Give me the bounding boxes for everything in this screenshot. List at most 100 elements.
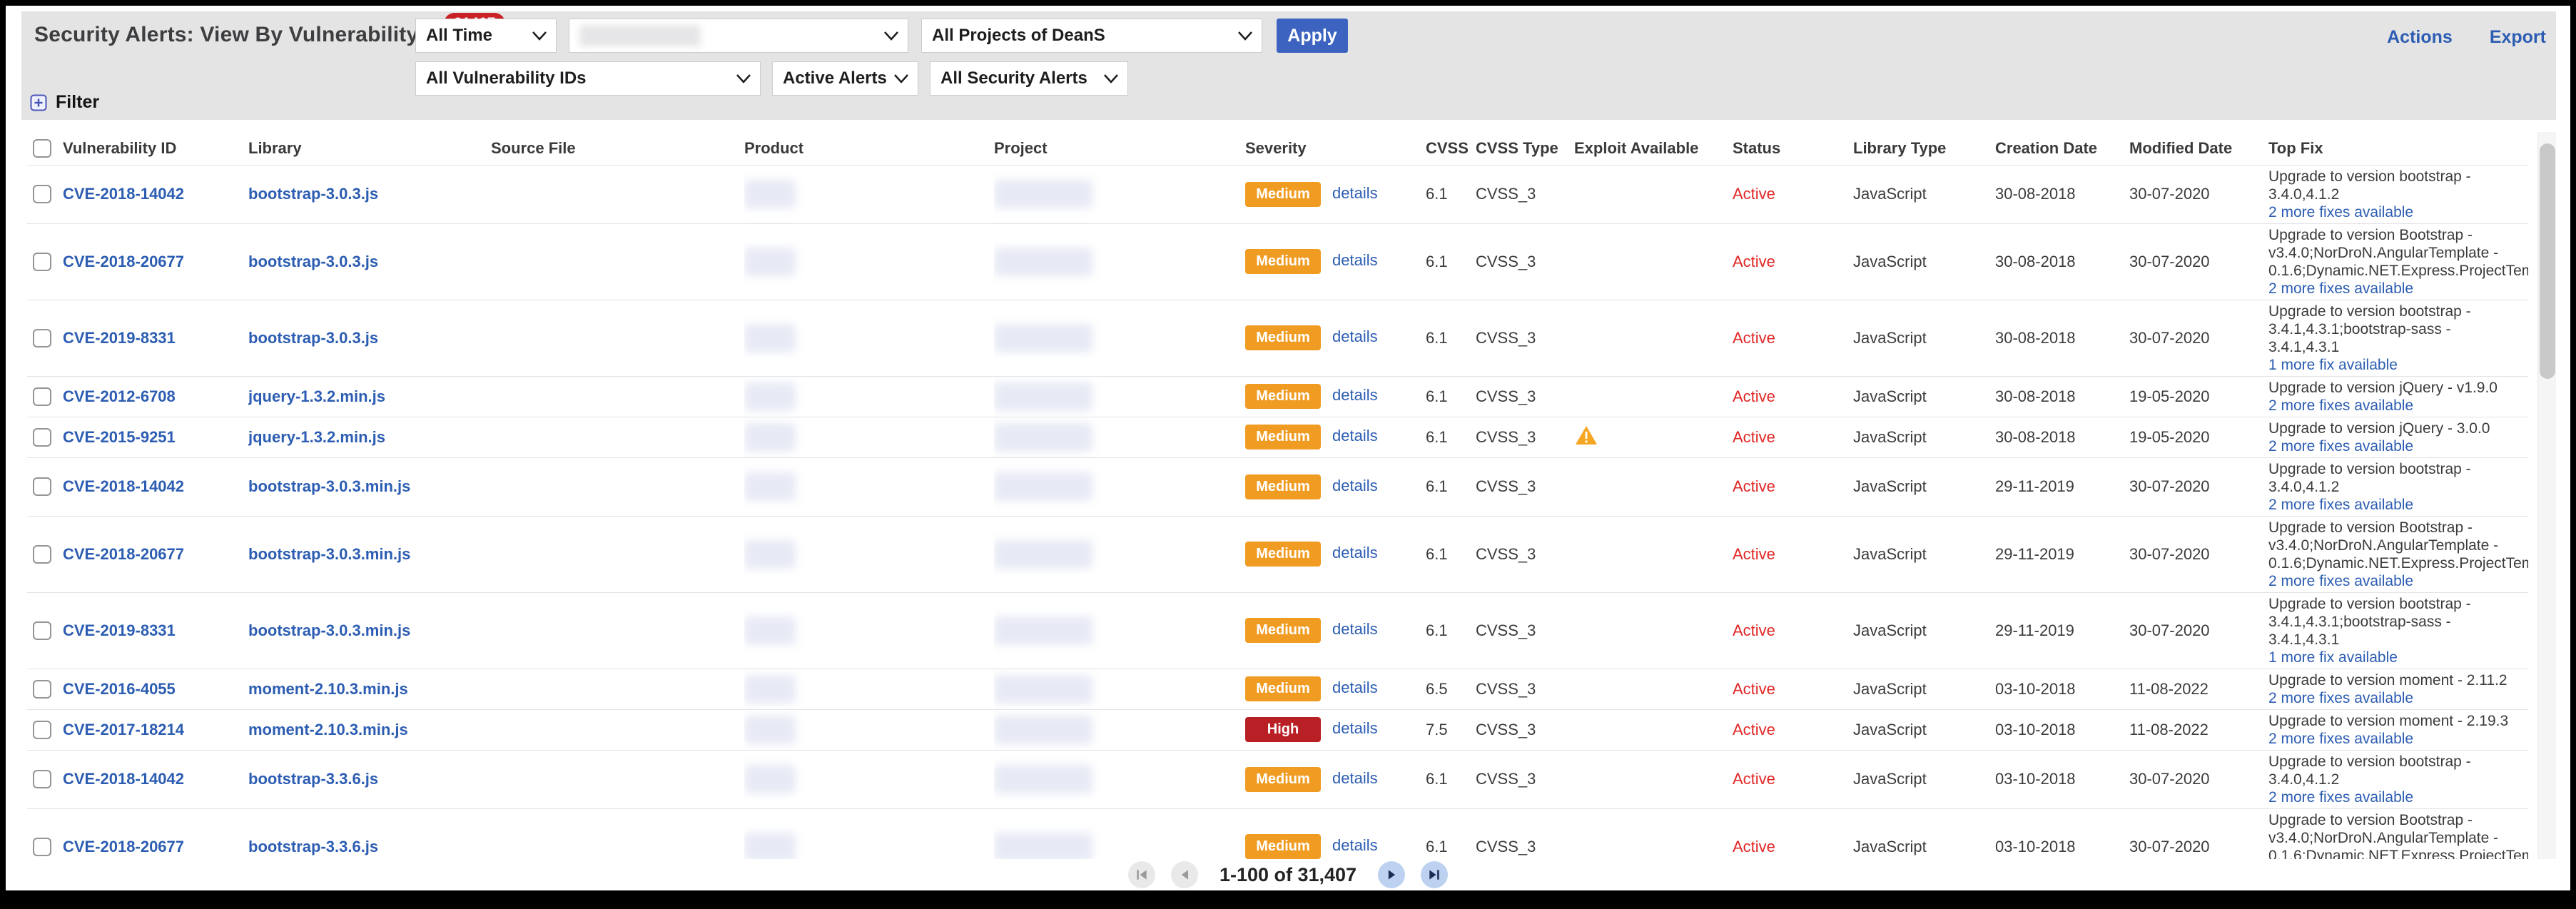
vulnerability-id-link[interactable]: CVE-2015-9251 (63, 428, 176, 446)
library-link[interactable]: bootstrap-3.0.3.min.js (248, 477, 410, 495)
scrollbar-thumb[interactable] (2540, 143, 2555, 379)
alert-type-select[interactable]: All Security Alerts (930, 61, 1128, 96)
export-button[interactable]: Export (2490, 27, 2546, 48)
vulnerability-id-link[interactable]: CVE-2012-6708 (63, 387, 176, 405)
top-fix-text: Upgrade to version bootstrap - 3.4.0,4.1… (2268, 460, 2518, 496)
vulnerability-id-link[interactable]: CVE-2018-14042 (63, 477, 184, 495)
details-link[interactable]: details (1332, 719, 1378, 737)
more-fixes-link[interactable]: 2 more fixes available (2268, 730, 2518, 748)
next-page-button[interactable] (1378, 861, 1405, 888)
table-row: CVE-2018-14042 bootstrap-3.0.3.min.js Me… (27, 457, 2528, 516)
row-checkbox[interactable] (33, 329, 51, 347)
project-redacted (994, 716, 1092, 744)
library-link[interactable]: moment-2.10.3.min.js (248, 680, 408, 698)
row-checkbox[interactable] (33, 545, 51, 564)
product-cell (744, 223, 994, 300)
col-cvss-type: CVSS Type (1476, 132, 1574, 165)
vulnerability-id-link[interactable]: CVE-2017-18214 (63, 721, 184, 738)
alerts-table: Vulnerability ID Library Source File Pro… (27, 132, 2528, 885)
severity-badge: Medium (1245, 249, 1321, 274)
more-fixes-link[interactable]: 1 more fix available (2268, 356, 2518, 374)
details-link[interactable]: details (1332, 184, 1378, 202)
details-link[interactable]: details (1332, 679, 1378, 696)
projects-select[interactable]: All Projects of DeanS (921, 19, 1262, 53)
row-checkbox[interactable] (33, 428, 51, 447)
details-link[interactable]: details (1332, 386, 1378, 404)
more-fixes-link[interactable]: 2 more fixes available (2268, 689, 2518, 707)
source-file-cell (491, 750, 744, 808)
vulnerability-id-link[interactable]: CVE-2018-20677 (63, 838, 184, 855)
alert-status-select[interactable]: Active Alerts (772, 61, 918, 96)
more-fixes-link[interactable]: 2 more fixes available (2268, 280, 2518, 298)
row-checkbox[interactable] (33, 770, 51, 788)
source-file-cell (491, 223, 744, 300)
select-all-checkbox[interactable] (33, 139, 51, 158)
library-link[interactable]: moment-2.10.3.min.js (248, 721, 408, 738)
details-link[interactable]: details (1332, 836, 1378, 854)
more-fixes-link[interactable]: 2 more fixes available (2268, 397, 2518, 415)
vulnerability-id-link[interactable]: CVE-2018-20677 (63, 253, 184, 270)
row-checkbox[interactable] (33, 680, 51, 699)
filter-expander[interactable]: Filter (30, 92, 99, 113)
creation-date-value: 30-08-2018 (1995, 165, 2129, 223)
details-link[interactable]: details (1332, 544, 1378, 562)
chevron-down-icon (883, 31, 899, 41)
previous-page-button[interactable] (1171, 861, 1198, 888)
row-checkbox[interactable] (33, 387, 51, 406)
more-fixes-link[interactable]: 2 more fixes available (2268, 203, 2518, 221)
library-link[interactable]: bootstrap-3.3.6.js (248, 838, 378, 855)
library-link[interactable]: jquery-1.3.2.min.js (248, 387, 385, 405)
first-page-button[interactable] (1128, 861, 1155, 888)
creation-date-value: 03-10-2018 (1995, 750, 2129, 808)
apply-button[interactable]: Apply (1277, 19, 1348, 53)
cvss-type-value: CVSS_3 (1476, 516, 1574, 592)
library-link[interactable]: bootstrap-3.0.3.min.js (248, 545, 410, 563)
product-redacted (744, 180, 796, 208)
cvss-value: 6.1 (1426, 165, 1476, 223)
row-checkbox[interactable] (33, 621, 51, 640)
vulnerability-ids-value: All Vulnerability IDs (426, 68, 587, 88)
library-link[interactable]: jquery-1.3.2.min.js (248, 428, 385, 446)
project-cell (994, 300, 1245, 376)
library-link[interactable]: bootstrap-3.0.3.js (248, 329, 378, 347)
row-checkbox[interactable] (33, 477, 51, 496)
vulnerability-id-link[interactable]: CVE-2016-4055 (63, 680, 176, 698)
details-link[interactable]: details (1332, 327, 1378, 345)
library-link[interactable]: bootstrap-3.0.3.min.js (248, 621, 410, 639)
vulnerability-id-link[interactable]: CVE-2018-14042 (63, 185, 184, 203)
details-link[interactable]: details (1332, 427, 1378, 445)
source-file-cell (491, 417, 744, 457)
more-fixes-link[interactable]: 1 more fix available (2268, 649, 2518, 666)
library-type-value: JavaScript (1853, 516, 1995, 592)
more-fixes-link[interactable]: 2 more fixes available (2268, 496, 2518, 514)
row-checkbox[interactable] (33, 721, 51, 739)
row-checkbox[interactable] (33, 838, 51, 856)
project-cell (994, 592, 1245, 669)
details-link[interactable]: details (1332, 251, 1378, 269)
cvss-type-value: CVSS_3 (1476, 669, 1574, 709)
library-link[interactable]: bootstrap-3.0.3.js (248, 185, 378, 203)
vulnerability-id-link[interactable]: CVE-2019-8331 (63, 329, 176, 347)
actions-button[interactable]: Actions (2387, 27, 2453, 48)
chevron-down-icon (1103, 73, 1119, 83)
vulnerability-id-link[interactable]: CVE-2019-8331 (63, 621, 176, 639)
library-link[interactable]: bootstrap-3.0.3.js (248, 253, 378, 270)
details-link[interactable]: details (1332, 620, 1378, 638)
time-range-select[interactable]: All Time (415, 19, 557, 53)
row-checkbox[interactable] (33, 185, 51, 203)
vulnerability-ids-select[interactable]: All Vulnerability IDs (415, 61, 761, 96)
more-fixes-link[interactable]: 2 more fixes available (2268, 572, 2518, 590)
vertical-scrollbar[interactable] (2537, 132, 2556, 865)
scope-select[interactable] (569, 19, 908, 53)
library-link[interactable]: bootstrap-3.3.6.js (248, 770, 378, 788)
row-checkbox[interactable] (33, 253, 51, 271)
details-link[interactable]: details (1332, 769, 1378, 787)
modified-date-value: 19-05-2020 (2129, 376, 2268, 417)
vulnerability-id-link[interactable]: CVE-2018-20677 (63, 545, 184, 563)
vulnerability-id-link[interactable]: CVE-2018-14042 (63, 770, 184, 788)
more-fixes-link[interactable]: 2 more fixes available (2268, 788, 2518, 806)
last-page-button[interactable] (1421, 861, 1448, 888)
more-fixes-link[interactable]: 2 more fixes available (2268, 437, 2518, 455)
severity-badge: Medium (1245, 834, 1321, 859)
details-link[interactable]: details (1332, 477, 1378, 494)
